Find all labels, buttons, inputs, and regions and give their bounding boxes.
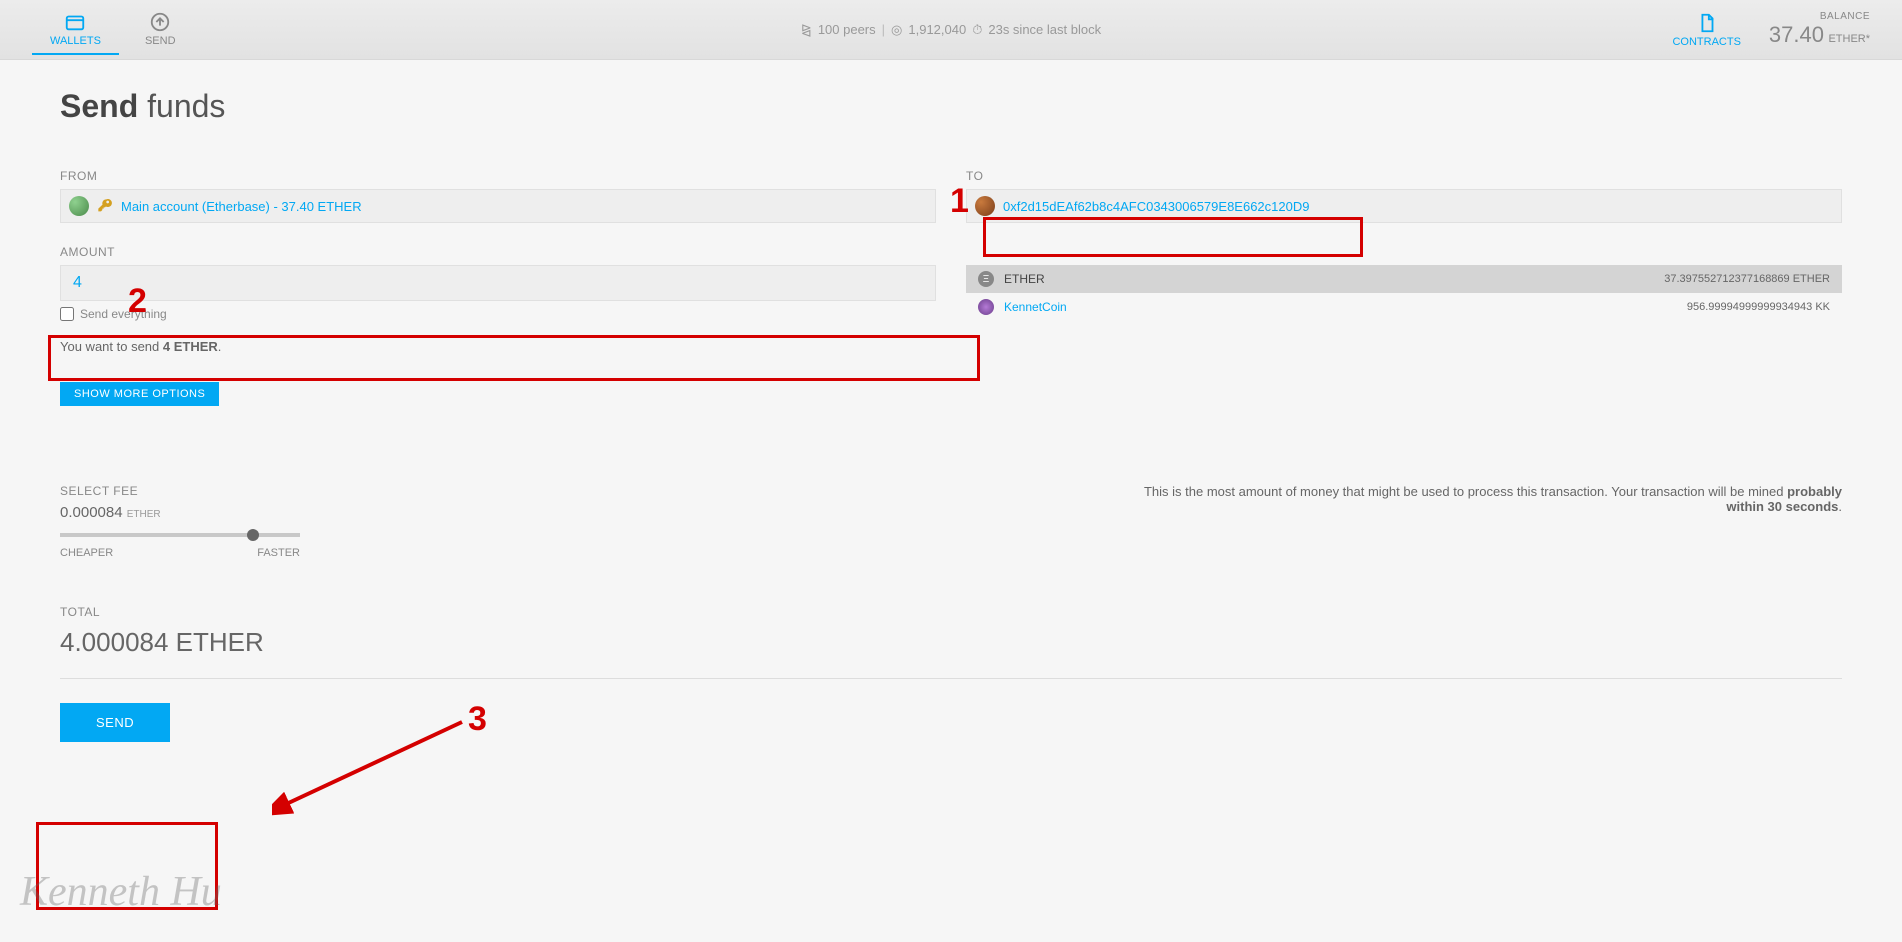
- nav-send-label: SEND: [145, 35, 176, 47]
- send-everything-checkbox[interactable]: [60, 307, 74, 321]
- fee-text-a: This is the most amount of money that mi…: [1144, 484, 1787, 499]
- token-row-ether[interactable]: Ξ ETHER 37.397552712377168869 ETHER: [966, 265, 1842, 293]
- nav-left: WALLETS SEND: [32, 5, 194, 55]
- peers-icon: ⧎: [801, 22, 812, 38]
- from-account-select[interactable]: Main account (Etherbase) - 37.40 ETHER: [60, 189, 936, 223]
- to-address-text: 0xf2d15dEAf62b8c4AFC0343006579E8E662c120…: [1003, 199, 1309, 214]
- title-bold: Send: [60, 88, 138, 124]
- token-name-ether: ETHER: [1004, 272, 1654, 286]
- top-bar: WALLETS SEND ⧎ 100 peers | ◎ 1,912,040 ⏱…: [0, 0, 1902, 60]
- fee-label: SELECT FEE: [60, 484, 340, 498]
- token-list: Ξ ETHER 37.397552712377168869 ETHER Kenn…: [966, 265, 1842, 321]
- amount-input[interactable]: [60, 265, 936, 301]
- summary-bold: 4 ETHER: [163, 339, 218, 354]
- amount-label: AMOUNT: [60, 245, 936, 259]
- fee-left: SELECT FEE 0.000084 ETHER CHEAPER FASTER: [60, 484, 340, 559]
- slider-labels: CHEAPER FASTER: [60, 547, 300, 559]
- main-content: Send funds FROM Main account (Etherbase)…: [0, 60, 1902, 770]
- fee-value: 0.000084: [60, 504, 123, 521]
- balance-display: BALANCE 37.40 ETHER*: [1769, 11, 1870, 48]
- token-balance-ether: 37.397552712377168869 ETHER: [1664, 273, 1830, 285]
- peers-text: 100 peers: [818, 22, 876, 37]
- to-identicon: [975, 196, 995, 216]
- from-identicon: [69, 196, 89, 216]
- watermark: Kenneth Hu: [20, 868, 222, 916]
- from-col: FROM Main account (Etherbase) - 37.40 ET…: [60, 169, 936, 223]
- from-label: FROM: [60, 169, 936, 183]
- show-more-options-button[interactable]: SHOW MORE OPTIONS: [60, 382, 219, 406]
- send-button[interactable]: SEND: [60, 703, 170, 742]
- amount-col: AMOUNT Send everything You want to send …: [60, 245, 936, 406]
- summary-prefix: You want to send: [60, 339, 163, 354]
- to-label: TO: [966, 169, 1842, 183]
- from-to-row: FROM Main account (Etherbase) - 37.40 ET…: [60, 169, 1842, 223]
- nav-contracts-label: CONTRACTS: [1672, 36, 1740, 48]
- since-block: 23s since last block: [988, 22, 1101, 37]
- separator: |: [882, 22, 885, 37]
- clock-icon: ⏱: [972, 22, 982, 38]
- balance-unit: ETHER*: [1828, 33, 1870, 45]
- fee-unit: ETHER: [127, 509, 161, 520]
- page-title: Send funds: [60, 88, 1842, 125]
- fee-description: This is the most amount of money that mi…: [1142, 484, 1842, 514]
- token-name-kennet: KennetCoin: [1004, 300, 1677, 314]
- total-section: TOTAL 4.000084 ETHER: [60, 605, 1842, 658]
- slider-track: [60, 533, 300, 537]
- fee-slider[interactable]: CHEAPER FASTER: [60, 533, 300, 559]
- token-row-kennetcoin[interactable]: KennetCoin 956.99994999999934943 KK: [966, 293, 1842, 321]
- fee-text-c: .: [1838, 499, 1842, 514]
- send-everything-row: Send everything: [60, 307, 936, 321]
- key-icon: [97, 198, 113, 214]
- fee-section: SELECT FEE 0.000084 ETHER CHEAPER FASTER…: [60, 484, 1842, 559]
- token-col: Ξ ETHER 37.397552712377168869 ETHER Kenn…: [966, 245, 1842, 406]
- from-account-text: Main account (Etherbase) - 37.40 ETHER: [121, 199, 362, 214]
- block-icon: ◎: [891, 22, 902, 38]
- block-number: 1,912,040: [908, 22, 966, 37]
- status-bar: ⧎ 100 peers | ◎ 1,912,040 ⏱ 23s since la…: [801, 22, 1101, 38]
- nav-send[interactable]: SEND: [127, 5, 194, 55]
- amount-row: AMOUNT Send everything You want to send …: [60, 245, 1842, 406]
- to-col: TO 0xf2d15dEAf62b8c4AFC0343006579E8E662c…: [966, 169, 1842, 223]
- divider: [60, 678, 1842, 679]
- token-balance-kennet: 956.99994999999934943 KK: [1687, 301, 1830, 313]
- slider-knob[interactable]: [247, 529, 259, 541]
- contracts-icon: [1696, 12, 1718, 34]
- send-everything-label: Send everything: [80, 307, 167, 321]
- ether-icon: Ξ: [978, 271, 994, 287]
- send-icon: [149, 11, 171, 33]
- wallet-icon: [64, 11, 86, 33]
- total-value: 4.000084 ETHER: [60, 627, 1842, 658]
- cheaper-label: CHEAPER: [60, 547, 113, 559]
- faster-label: FASTER: [257, 547, 300, 559]
- balance-value: 37.40: [1769, 22, 1824, 47]
- summary-suffix: .: [218, 339, 222, 354]
- nav-contracts[interactable]: CONTRACTS: [1672, 12, 1740, 48]
- total-label: TOTAL: [60, 605, 1842, 619]
- balance-label: BALANCE: [1769, 11, 1870, 22]
- nav-right: CONTRACTS BALANCE 37.40 ETHER*: [1672, 11, 1870, 48]
- amount-summary: You want to send 4 ETHER.: [60, 339, 936, 354]
- fee-value-wrap: 0.000084 ETHER: [60, 504, 340, 521]
- to-address-input[interactable]: 0xf2d15dEAf62b8c4AFC0343006579E8E662c120…: [966, 189, 1842, 223]
- nav-wallets[interactable]: WALLETS: [32, 5, 119, 55]
- annotation-box-3: [36, 822, 218, 910]
- nav-wallets-label: WALLETS: [50, 35, 101, 47]
- kennetcoin-icon: [978, 299, 994, 315]
- title-light: funds: [147, 88, 225, 124]
- token-spacer: [966, 245, 1842, 259]
